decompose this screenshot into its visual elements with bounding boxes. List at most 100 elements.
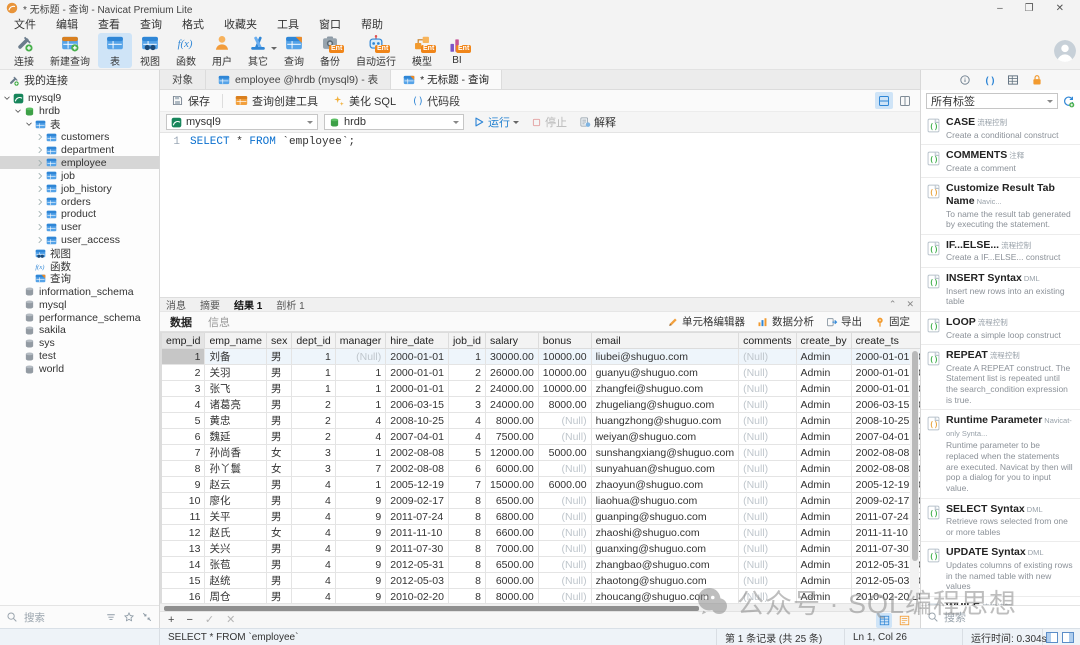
cell-emp_name[interactable]: 孙丫鬟 [205, 461, 267, 477]
cell-comments[interactable]: (Null) [739, 445, 796, 461]
run-options-caret[interactable] [513, 121, 519, 127]
tree-item-sys[interactable]: sys [0, 337, 159, 350]
close-button[interactable]: ✕ [1056, 3, 1064, 14]
cell-job_id[interactable]: 5 [448, 445, 485, 461]
menu-item-查询[interactable]: 查询 [134, 16, 176, 32]
toggle-left-pane-icon[interactable] [1046, 632, 1058, 643]
snippet-tag-select[interactable]: 所有标签 [926, 93, 1058, 109]
new-snippet-icon[interactable] [1062, 95, 1075, 108]
cell-emp_id[interactable]: 10 [162, 493, 205, 509]
cell-hire_date[interactable]: 2007-04-01 [386, 429, 449, 445]
cell-create_by[interactable]: Admin [796, 365, 851, 381]
chevron-right-icon[interactable] [35, 132, 45, 142]
cell-hire_date[interactable]: 2012-05-03 [386, 573, 449, 589]
cell-manager[interactable]: 9 [335, 493, 385, 509]
cell-dept_id[interactable]: 4 [292, 541, 335, 557]
chevron-down-icon[interactable] [24, 119, 34, 129]
tree-item-world[interactable]: world [0, 363, 159, 376]
menu-item-工具[interactable]: 工具 [271, 16, 313, 32]
column-header-create_by[interactable]: create_by [796, 333, 851, 349]
cell-job_id[interactable]: 3 [448, 397, 485, 413]
snippet-item-INSERT Syntax[interactable]: ()INSERT SyntaxDMLInsert new rows into a… [921, 268, 1080, 312]
menu-item-收藏夹[interactable]: 收藏夹 [218, 16, 271, 32]
cell-salary[interactable]: 15000.00 [485, 477, 538, 493]
split-vertical-button[interactable] [896, 92, 914, 109]
cell-emp_name[interactable]: 诸葛亮 [205, 397, 267, 413]
cell-create_by[interactable]: Admin [796, 429, 851, 445]
cell-create_by[interactable]: Admin [796, 493, 851, 509]
cell-email[interactable]: zhaotong@shuguo.com [591, 573, 739, 589]
tree-item-user[interactable]: user [0, 221, 159, 234]
tree-item-查询[interactable]: 查询 [0, 272, 159, 285]
cell-sex[interactable]: 男 [266, 509, 291, 525]
cell-bonus[interactable]: (Null) [538, 461, 591, 477]
cell-job_id[interactable]: 8 [448, 589, 485, 604]
form-view-button[interactable] [896, 613, 912, 628]
cell-emp_name[interactable]: 魏延 [205, 429, 267, 445]
column-header-email[interactable]: email [591, 333, 739, 349]
snippet-search-input[interactable]: 搜索 [944, 609, 966, 625]
cell-create_by[interactable]: Admin [796, 397, 851, 413]
cell-manager[interactable]: 9 [335, 589, 385, 604]
cell-sex[interactable]: 男 [266, 573, 291, 589]
cell-bonus[interactable]: 10000.00 [538, 349, 591, 365]
ai-lock-icon[interactable] [1031, 74, 1043, 86]
split-horizontal-button[interactable] [875, 92, 893, 109]
cell-sex[interactable]: 男 [266, 541, 291, 557]
cell-comments[interactable]: (Null) [739, 397, 796, 413]
tab-对象[interactable]: 对象 [160, 70, 206, 89]
tree-item-department[interactable]: department [0, 144, 159, 157]
pin-button[interactable]: 固定 [874, 314, 910, 329]
cell-sex[interactable]: 男 [266, 349, 291, 365]
cell-emp_id[interactable]: 13 [162, 541, 205, 557]
run-button[interactable]: 运行 [470, 114, 522, 130]
column-header-bonus[interactable]: bonus [538, 333, 591, 349]
grid-view-button[interactable] [876, 613, 892, 628]
cell-sex[interactable]: 女 [266, 445, 291, 461]
chevron-right-icon[interactable] [35, 145, 45, 155]
snippet-item-COMMENTS[interactable]: ()COMMENTS注释Create a comment [921, 145, 1080, 178]
grid-vertical-scrollbar[interactable] [910, 349, 919, 599]
cell-bonus[interactable]: (Null) [538, 541, 591, 557]
chevron-down-icon[interactable] [13, 106, 23, 116]
cell-job_id[interactable]: 8 [448, 525, 485, 541]
cell-bonus[interactable]: (Null) [538, 589, 591, 604]
tree-item-函数[interactable]: f(x)函数 [0, 260, 159, 273]
cell-sex[interactable]: 男 [266, 397, 291, 413]
result-subtab-信息[interactable]: 信息 [208, 314, 230, 330]
cell-editor-button[interactable]: 单元格编辑器 [667, 314, 745, 329]
column-header-emp_name[interactable]: emp_name [205, 333, 267, 349]
cell-comments[interactable]: (Null) [739, 589, 796, 604]
toolbar-others-button[interactable]: 其它 [240, 33, 276, 68]
cell-sex[interactable]: 男 [266, 365, 291, 381]
cell-emp_name[interactable]: 刘备 [205, 349, 267, 365]
chevron-right-icon[interactable] [35, 158, 45, 168]
column-header-create_ts[interactable]: create_ts [851, 333, 920, 349]
cell-salary[interactable]: 8000.00 [485, 589, 538, 604]
toolbar-model-button[interactable]: Ent模型 [404, 33, 440, 68]
analyze-button[interactable]: 数据分析 [757, 314, 814, 329]
code-snippet-button[interactable]: () 代码段 [405, 91, 465, 111]
tree-item-orders[interactable]: orders [0, 195, 159, 208]
cell-create_by[interactable]: Admin [796, 573, 851, 589]
cell-create_by[interactable]: Admin [796, 349, 851, 365]
cell-hire_date[interactable]: 2000-01-01 [386, 381, 449, 397]
cell-manager[interactable]: 4 [335, 429, 385, 445]
cell-emp_id[interactable]: 2 [162, 365, 205, 381]
cell-emp_id[interactable]: 9 [162, 477, 205, 493]
cell-bonus[interactable]: 6000.00 [538, 477, 591, 493]
cell-salary[interactable]: 24000.00 [485, 381, 538, 397]
cell-comments[interactable]: (Null) [739, 349, 796, 365]
cell-email[interactable]: liaohua@shuguo.com [591, 493, 739, 509]
cell-dept_id[interactable]: 3 [292, 445, 335, 461]
collapse-results-icon[interactable]: ⌃ [889, 299, 897, 310]
cell-hire_date[interactable]: 2005-12-19 [386, 477, 449, 493]
snippet-item-UPDATE Syntax[interactable]: ()UPDATE SyntaxDMLUpdates columns of exi… [921, 542, 1080, 596]
column-header-emp_id[interactable]: emp_id [162, 333, 205, 349]
tree-item-sakila[interactable]: sakila [0, 324, 159, 337]
result-tab-剖析 1[interactable]: 剖析 1 [276, 297, 304, 312]
snippet-item-LOOP[interactable]: ()LOOP流程控制Create a simple loop construct [921, 312, 1080, 345]
info-icon[interactable] [959, 74, 971, 86]
cell-emp_id[interactable]: 4 [162, 397, 205, 413]
cell-hire_date[interactable]: 2010-02-20 [386, 589, 449, 604]
